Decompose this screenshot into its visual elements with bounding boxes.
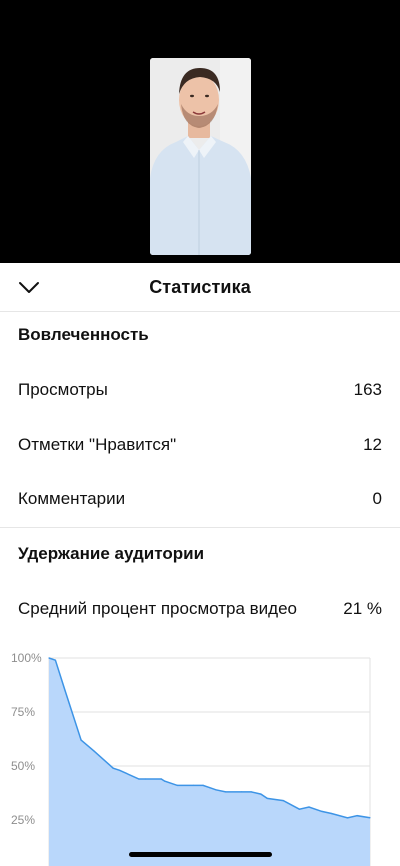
chart-data-point [48, 657, 50, 659]
collapse-button[interactable] [14, 273, 44, 303]
chart-data-point [321, 810, 323, 812]
page-title: Статистика [149, 276, 251, 297]
chart-data-point [215, 789, 217, 791]
chart-y-tick-label: 25% [11, 813, 35, 827]
chart-data-point [119, 769, 121, 771]
stat-row-likes: Отметки "Нравится" 12 [18, 430, 382, 460]
chart-data-point [308, 806, 310, 808]
chart-data-point [241, 791, 243, 793]
stat-label: Комментарии [18, 489, 126, 508]
chart-y-tick-label: 100% [11, 651, 42, 665]
video-thumbnail[interactable] [150, 58, 251, 255]
chart-data-point [64, 689, 66, 691]
chart-data-point [225, 791, 227, 793]
chart-data-point [260, 793, 262, 795]
chart-data-point [282, 800, 284, 802]
stat-label: Средний процент просмотра видео [18, 599, 298, 618]
chart-data-point [176, 784, 178, 786]
chart-y-tick-label: 50% [11, 759, 35, 773]
chart-data-point [330, 812, 333, 815]
chart-data-point [144, 778, 146, 780]
chart-data-point [112, 767, 114, 769]
stat-row-avg-view: Средний процент просмотра видео 21 % [18, 594, 382, 624]
retention-title: Удержание аудитории [18, 544, 205, 563]
stat-label: Отметки "Нравится" [18, 435, 177, 454]
statistics-screen: Статистика Вовлеченность Просмотры 163 О… [0, 0, 400, 866]
chart-data-point [164, 780, 166, 782]
chart-data-point [80, 739, 82, 741]
engagement-title: Вовлеченность [18, 325, 149, 344]
stat-value: 0 [372, 489, 382, 508]
chart-data-point [346, 817, 349, 819]
stat-value: 163 [353, 380, 382, 399]
chart-data-point [369, 817, 371, 819]
chart-area-fill [49, 658, 370, 866]
chart-data-point [266, 797, 268, 799]
retention-chart-svg: 100% 75% 50% 25% [11, 651, 371, 866]
chart-data-point [356, 815, 358, 817]
home-indicator[interactable] [129, 852, 272, 857]
chart-data-point [138, 778, 140, 780]
chart-data-point [54, 659, 57, 661]
retention-chart: 100% 75% 50% 25% [0, 640, 400, 866]
stats-header: Статистика [0, 263, 400, 312]
chevron-down-icon [19, 282, 39, 293]
stat-value: 21 % [343, 599, 382, 618]
chart-data-point [202, 784, 204, 786]
chart-data-point [160, 778, 162, 780]
chart-data-point [192, 784, 195, 786]
stat-value: 12 [363, 435, 382, 454]
section-divider [0, 527, 400, 528]
chart-data-point [93, 750, 95, 752]
chart-data-point [298, 808, 300, 810]
stat-label: Просмотры [18, 380, 108, 399]
chart-data-point [208, 787, 211, 789]
video-preview-area [0, 0, 400, 263]
stat-row-views: Просмотры 163 [18, 375, 382, 405]
chart-y-tick-label: 75% [11, 705, 35, 719]
chart-data-point [250, 791, 252, 793]
stat-row-comments: Комментарии 0 [18, 484, 382, 514]
